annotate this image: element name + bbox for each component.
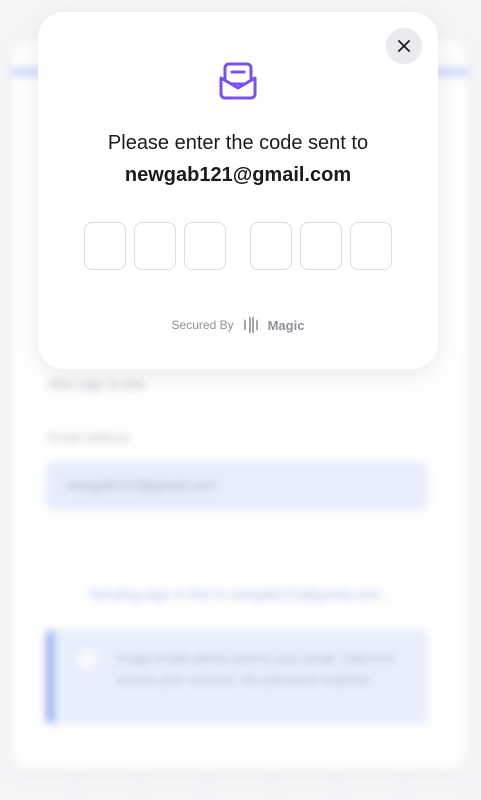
code-digit-6[interactable]: [350, 222, 392, 270]
secured-by-footer: Secured By Magic: [38, 314, 438, 336]
info-icon: i: [78, 650, 96, 668]
code-digit-2[interactable]: [134, 222, 176, 270]
background-text: Also sign in link: [48, 376, 145, 392]
background-notice: i A sign in link will be sent to your em…: [46, 630, 428, 724]
magic-logo-icon: [243, 316, 258, 334]
recipient-email: newgab121@gmail.com: [124, 164, 352, 186]
background-status-link: Sending sign in link to newgab121@gmail.…: [89, 586, 392, 602]
secured-by-label: Secured By: [171, 318, 234, 332]
background-email-field: newgab121@gmail.com: [46, 462, 428, 510]
code-digit-1[interactable]: [84, 222, 126, 270]
background-bottom-bar: [10, 776, 471, 800]
background-field-label: Email address: [48, 430, 131, 445]
envelope-open-icon: [219, 62, 257, 100]
close-icon: [398, 40, 410, 52]
verification-modal: Please enter the code sent to newgab121@…: [38, 12, 438, 369]
code-digit-3[interactable]: [184, 222, 226, 270]
background-notice-text: A sign in link will be sent to your emai…: [116, 651, 395, 687]
code-digit-5[interactable]: [300, 222, 342, 270]
close-button[interactable]: [386, 28, 422, 64]
magic-brand-name: Magic: [267, 317, 305, 333]
modal-title: Please enter the code sent to: [107, 132, 369, 154]
code-digit-4[interactable]: [250, 222, 292, 270]
